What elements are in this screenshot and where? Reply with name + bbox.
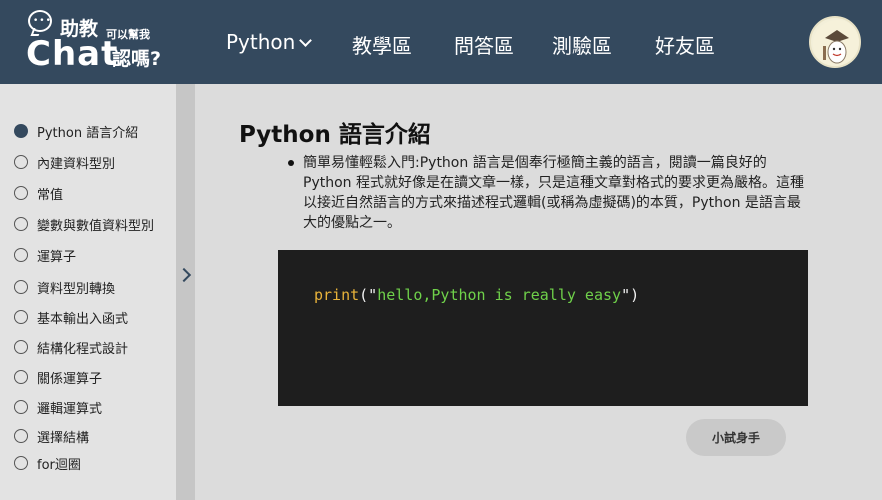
sidebar-item-relational-operators[interactable]: 關係運算子 bbox=[14, 367, 102, 387]
sidebar-item-logical-operators[interactable]: 邏輯運算式 bbox=[14, 397, 102, 417]
sidebar-item-for-loop[interactable]: for迴圈 bbox=[14, 453, 81, 473]
bullet-icon bbox=[288, 160, 294, 166]
intro-description: 簡單易懂輕鬆入門:Python 語言是個奉行極簡主義的語言，閱讀一篇良好的 Py… bbox=[303, 155, 804, 231]
radio-icon bbox=[14, 124, 28, 138]
radio-icon bbox=[14, 155, 28, 169]
code-close-paren: ") bbox=[621, 286, 640, 304]
code-open-paren: (" bbox=[359, 286, 378, 304]
radio-icon bbox=[14, 370, 28, 384]
nav-python-dropdown[interactable]: Python bbox=[226, 30, 313, 54]
sidebar-toggle[interactable] bbox=[176, 84, 195, 500]
logo-ask-text: 認嗎? bbox=[112, 48, 162, 70]
code-line: print("hello,Python is really easy") bbox=[314, 286, 639, 304]
nav-friends[interactable]: 好友區 bbox=[655, 30, 715, 59]
radio-icon bbox=[14, 400, 28, 414]
radio-icon bbox=[14, 429, 28, 443]
logo-small-text: 可以幫我 bbox=[106, 28, 150, 41]
sidebar-item-builtin-types[interactable]: 內建資料型別 bbox=[14, 152, 115, 172]
code-string: hello,Python is really easy bbox=[377, 286, 622, 304]
try-it-button[interactable]: 小試身手 bbox=[686, 419, 786, 456]
sidebar-item-python-intro[interactable]: Python 語言介紹 bbox=[14, 121, 138, 141]
chevron-right-icon bbox=[176, 267, 192, 283]
radio-icon bbox=[14, 186, 28, 200]
code-function: print bbox=[314, 286, 360, 304]
page-title: Python 語言介紹 bbox=[239, 122, 431, 148]
nav-qa[interactable]: 問答區 bbox=[454, 30, 514, 59]
radio-icon bbox=[14, 456, 28, 470]
site-logo[interactable]: ••• 助教 Chat 可以幫我 認嗎? bbox=[26, 8, 176, 74]
sidebar-item-type-conversion[interactable]: 資料型別轉換 bbox=[14, 277, 115, 297]
top-header: ••• 助教 Chat 可以幫我 認嗎? Python 教學區 問答區 測驗區 … bbox=[0, 0, 882, 84]
sidebar-item-io-functions[interactable]: 基本輸出入函式 bbox=[14, 307, 128, 327]
sidebar-item-structured-programming[interactable]: 結構化程式設計 bbox=[14, 337, 128, 357]
radio-icon bbox=[14, 280, 28, 294]
nav-tutorial[interactable]: 教學區 bbox=[352, 30, 412, 59]
avatar-illustration-icon bbox=[813, 20, 859, 66]
sidebar-item-variables[interactable]: 變數與數值資料型別 bbox=[14, 214, 154, 234]
nav-quiz[interactable]: 測驗區 bbox=[552, 30, 612, 59]
sidebar-item-literals[interactable]: 常值 bbox=[14, 183, 63, 203]
radio-icon bbox=[14, 340, 28, 354]
radio-icon bbox=[14, 310, 28, 324]
code-block: print("hello,Python is really easy") bbox=[278, 250, 808, 406]
radio-icon bbox=[14, 248, 28, 262]
sidebar-item-operators[interactable]: 運算子 bbox=[14, 245, 76, 265]
radio-icon bbox=[14, 217, 28, 231]
user-avatar[interactable] bbox=[809, 16, 861, 68]
chevron-down-icon bbox=[299, 34, 313, 47]
sidebar-item-selection[interactable]: 選擇結構 bbox=[14, 426, 89, 446]
sidebar: Python 語言介紹 內建資料型別 常值 變數與數值資料型別 運算子 資料型別… bbox=[0, 84, 176, 500]
logo-main-text: Chat bbox=[26, 34, 119, 74]
